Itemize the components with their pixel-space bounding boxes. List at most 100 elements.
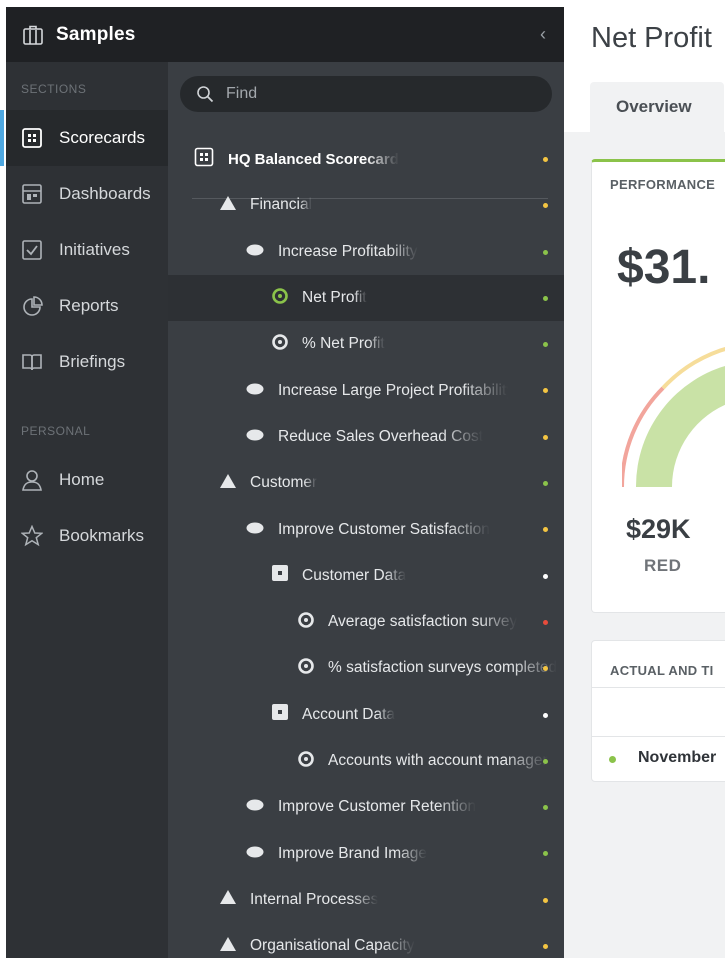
nav-bookmarks[interactable]: Bookmarks	[6, 508, 168, 564]
nav-label: Briefings	[59, 352, 126, 371]
status-dot	[543, 851, 548, 857]
gauge-chart	[622, 346, 725, 488]
tree-item-label: Organisational Capacity	[250, 937, 415, 955]
target-icon	[272, 334, 288, 355]
ellipse-icon	[246, 428, 264, 446]
tree-item-label: Account Data	[302, 705, 396, 723]
status-dot	[543, 342, 548, 348]
tree-item[interactable]: Customer Data	[168, 553, 564, 599]
tree-item[interactable]: % Net Profit	[168, 321, 564, 367]
briefcase-icon	[23, 25, 43, 45]
status-dot	[543, 434, 548, 440]
gauge-min-value: $29K	[626, 514, 691, 544]
scorecard-tree-panel: HQ Balanced Scorecard Financial Increase P…	[168, 62, 564, 958]
tree-item-label: Increase Large Project Profitability	[278, 381, 508, 399]
nav-reports[interactable]: Reports	[6, 278, 168, 334]
main-content: Net Profit Overview PERFORMANCE $31. $29…	[564, 0, 725, 958]
tree-item[interactable]: HQ Balanced Scorecard	[168, 136, 564, 182]
status-dot	[543, 758, 548, 764]
tree-item[interactable]: Improve Customer Satisfaction	[168, 506, 564, 552]
tree-item-label: Reduce Sales Overhead Cost	[278, 427, 484, 445]
performance-heading: PERFORMANCE	[610, 177, 716, 192]
tree-item-label: Net Profit	[302, 289, 367, 307]
search-icon	[197, 86, 214, 103]
nav-label: Reports	[59, 296, 119, 315]
ellipse-icon	[246, 243, 264, 261]
tree-item-label: Improve Customer Satisfaction	[278, 520, 490, 538]
status-dot	[543, 619, 548, 625]
target-icon	[298, 750, 314, 772]
performance-value: $31.	[617, 241, 711, 294]
table-row-period[interactable]: November	[638, 749, 716, 767]
square-icon	[272, 704, 288, 725]
ellipse-icon	[246, 382, 264, 400]
tree-item-label: Improve Brand Image	[278, 844, 428, 862]
status-dot	[543, 527, 548, 533]
sidebar-header: Samples ‹	[6, 7, 564, 62]
nav-briefings[interactable]: Briefings	[6, 334, 168, 390]
tree-item[interactable]: Improve Brand Image	[168, 830, 564, 876]
nav-label: Bookmarks	[59, 526, 145, 545]
tree-item[interactable]: Account Data	[168, 692, 564, 738]
target-icon	[298, 611, 314, 633]
tree-item-label: % satisfaction surveys completed	[328, 659, 558, 677]
nav-initiatives[interactable]: Initiatives	[6, 222, 168, 278]
tab-overview[interactable]: Overview	[590, 82, 724, 132]
status-dot	[543, 805, 548, 811]
actual-target-card: ACTUAL AND TI November	[591, 640, 725, 782]
tree-item[interactable]: Increase Large Project Profitability	[168, 367, 564, 413]
tree-item[interactable]: Improve Customer Retention	[168, 784, 564, 830]
nav-label: Home	[59, 470, 105, 489]
divider	[592, 736, 725, 737]
main-header: Net Profit Overview	[564, 0, 725, 132]
nav-label: Dashboards	[59, 184, 151, 203]
gauge-min-label: RED	[644, 556, 682, 575]
tree-item[interactable]: Organisational Capacity	[168, 923, 564, 958]
status-dot	[543, 203, 548, 209]
pie-chart-icon	[23, 296, 43, 316]
ellipse-icon	[246, 521, 264, 539]
checkbox-icon	[22, 240, 42, 260]
nav-label: Scorecards	[59, 128, 145, 147]
actual-heading: ACTUAL AND TI	[610, 663, 714, 678]
personal-heading: PERSONAL	[21, 424, 91, 438]
app-title: Samples	[56, 23, 136, 45]
tree-item[interactable]: Average satisfaction survey	[168, 599, 564, 645]
status-dot	[543, 481, 548, 487]
search-input[interactable]	[226, 85, 526, 103]
tree-item-label: Improve Customer Retention	[278, 798, 477, 816]
tree-item-label: Accounts with account manager	[328, 752, 548, 769]
tree-item[interactable]: Net Profit	[168, 274, 564, 322]
nav-scorecards[interactable]: Scorecards	[0, 110, 168, 166]
status-dot	[543, 573, 548, 579]
tree-item[interactable]: Internal Processes	[168, 877, 564, 923]
tree-item[interactable]: Financial	[168, 182, 564, 228]
nav-home[interactable]: Home	[6, 452, 168, 508]
tree-item-label: HQ Balanced Scorecard	[228, 150, 399, 168]
ellipse-icon	[246, 798, 264, 816]
star-icon	[21, 525, 43, 547]
status-dot	[543, 712, 548, 718]
tree-item[interactable]: % satisfaction surveys completed	[168, 645, 564, 691]
tree-item[interactable]: Accounts with account manager	[168, 738, 564, 784]
scorecard-icon	[194, 147, 214, 171]
collapse-sidebar-button[interactable]: ‹	[540, 24, 546, 45]
status-dot	[543, 249, 548, 255]
tree-item-label: Customer Data	[302, 566, 407, 584]
book-icon	[22, 354, 42, 371]
ellipse-icon	[246, 845, 264, 863]
square-icon	[272, 565, 288, 586]
tree-item-label: Financial	[250, 196, 313, 214]
target-icon	[298, 658, 314, 679]
status-dot	[543, 897, 548, 903]
tree-item[interactable]: Increase Profitability	[168, 229, 564, 275]
page-title: Net Profit	[591, 22, 712, 54]
tree-list: HQ Balanced Scorecard Financial Increase P…	[168, 136, 564, 958]
tree-item[interactable]: Customer	[168, 460, 564, 506]
tree-item[interactable]: Reduce Sales Overhead Cost	[168, 414, 564, 460]
status-dot	[543, 295, 548, 301]
status-dot	[543, 157, 548, 162]
nav-dashboards[interactable]: Dashboards	[6, 166, 168, 222]
search-box[interactable]	[180, 76, 552, 112]
tree-item-label: Customer	[250, 474, 318, 492]
